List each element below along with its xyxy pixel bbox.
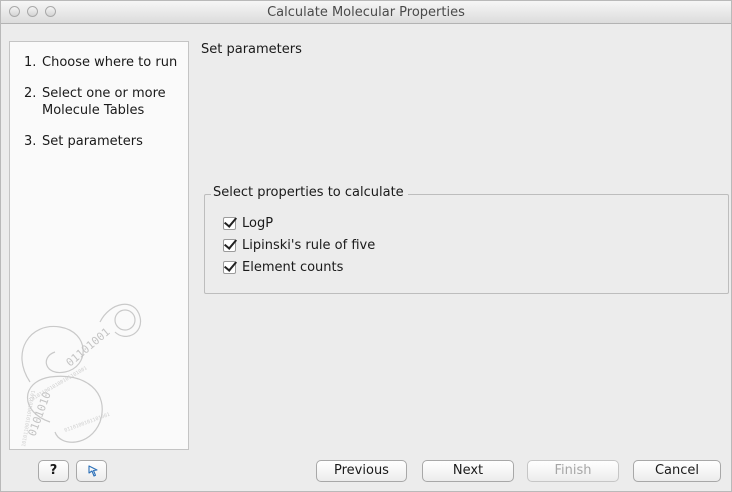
element-counts-checkbox-row[interactable]: Element counts: [223, 258, 343, 276]
previous-button[interactable]: Previous: [316, 460, 407, 482]
element-counts-checkbox[interactable]: [223, 260, 236, 274]
properties-group: Select properties to calculate LogP Lipi…: [204, 185, 729, 294]
finish-button[interactable]: Finish: [527, 460, 619, 482]
step-label: Set parameters: [42, 134, 143, 149]
step-label-line2: Molecule Tables: [42, 103, 145, 118]
step-label: Select one or more: [42, 86, 166, 101]
logp-checkbox[interactable]: [223, 216, 236, 230]
lipinski-checkbox-row[interactable]: Lipinski's rule of five: [223, 236, 375, 254]
step-choose-where-to-run: 1. Choose where to run: [24, 54, 177, 71]
step-number: 2.: [24, 86, 37, 101]
cancel-button[interactable]: Cancel: [633, 460, 721, 482]
next-button[interactable]: Next: [422, 460, 514, 482]
logp-checkbox-row[interactable]: LogP: [223, 214, 273, 232]
group-legend: Select properties to calculate: [211, 185, 408, 200]
svg-text:01101001: 01101001: [64, 325, 113, 369]
help-button[interactable]: ?: [38, 460, 69, 482]
title-bar[interactable]: Calculate Molecular Properties: [1, 1, 731, 24]
step-number: 1.: [24, 55, 37, 70]
step-set-parameters: 3. Set parameters: [24, 133, 143, 150]
reset-button[interactable]: [76, 460, 107, 482]
lipinski-checkbox[interactable]: [223, 238, 236, 252]
window-title: Calculate Molecular Properties: [267, 5, 465, 20]
checkbox-label: LogP: [242, 215, 274, 231]
dialog-window: Calculate Molecular Properties 1. Choose …: [0, 0, 732, 492]
checkbox-label: Element counts: [242, 259, 344, 275]
checkbox-label: Lipinski's rule of five: [242, 237, 376, 253]
page-title: Set parameters: [201, 42, 302, 57]
reset-icon: [87, 465, 98, 477]
step-number: 3.: [24, 134, 37, 149]
swirl-binary-logo: 01101001 0101010 1010110010100101101001 …: [21, 303, 142, 447]
step-label: Choose where to run: [42, 55, 178, 70]
svg-text:1010110010100101101001: 1010110010100101101001: [28, 365, 88, 403]
svg-text:0110100101101001: 0110100101101001: [64, 412, 111, 434]
wizard-steps-panel: 1. Choose where to run 2. Select one or mo…: [9, 41, 189, 450]
step-select-molecule-tables: 2. Select one or more Molecule Tables: [24, 85, 166, 119]
